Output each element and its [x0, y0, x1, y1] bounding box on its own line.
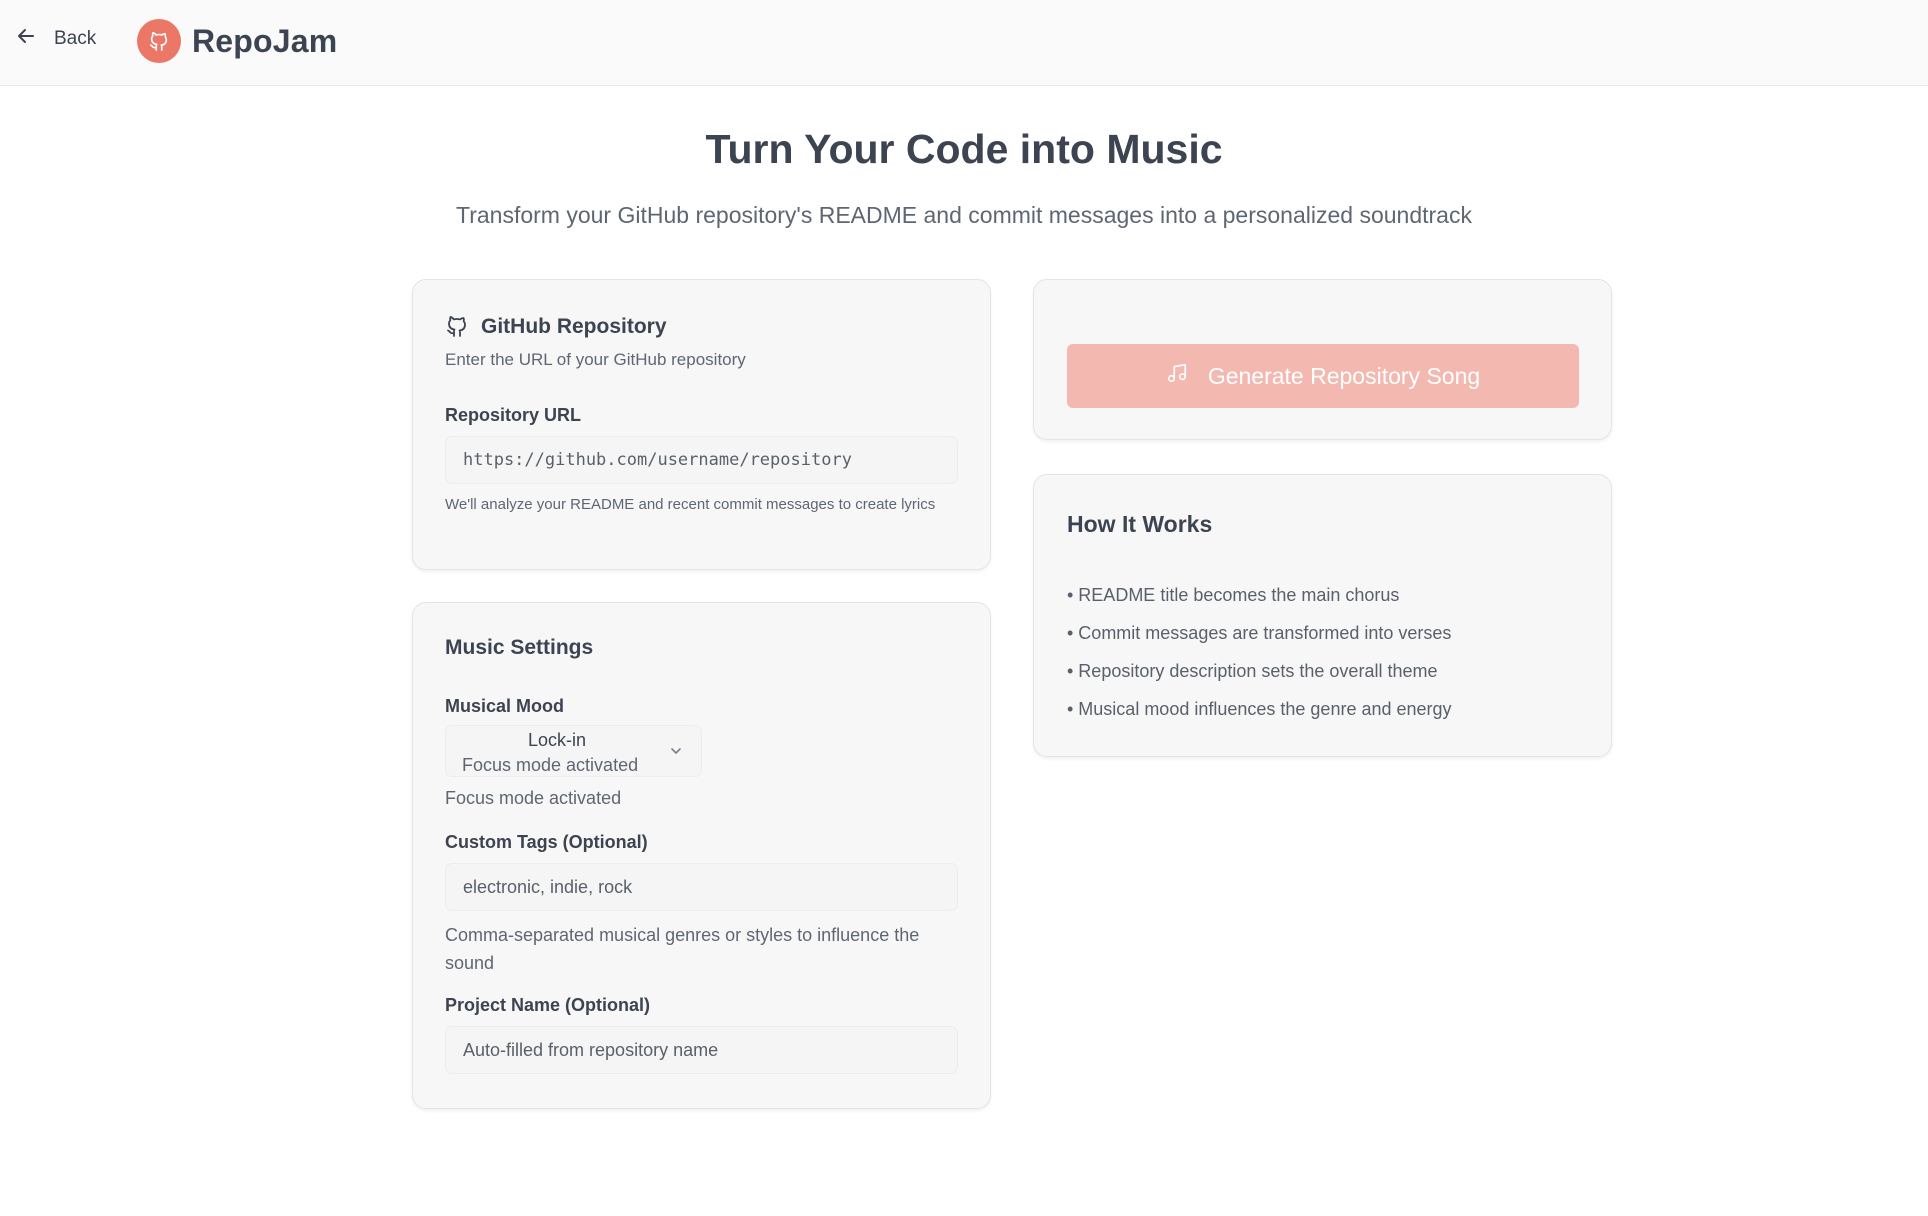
musical-mood-select[interactable]: Lock-in Focus mode activated: [445, 725, 702, 777]
repository-url-input[interactable]: https://github.com/username/repository: [445, 436, 958, 484]
mood-description: Focus mode activated: [445, 788, 622, 808]
custom-tags-label: Custom Tags (Optional): [445, 832, 648, 852]
project-name-label: Project Name (Optional): [445, 995, 651, 1015]
custom-tags-input[interactable]: electronic, indie, rock: [445, 863, 958, 911]
project-name-placeholder: Auto-filled from repository name: [463, 1039, 719, 1060]
list-item: • README title becomes the main chorus: [1067, 585, 1400, 605]
custom-tags-hint: Comma-separated musical genres or styles…: [445, 925, 920, 973]
musical-mood-label: Musical Mood: [445, 696, 565, 716]
list-item: • Musical mood influences the genre and …: [1067, 699, 1452, 719]
repository-url-label: Repository URL: [445, 405, 582, 425]
github-icon: [445, 314, 469, 343]
repository-url-hint: We'll analyze your README and recent com…: [445, 496, 936, 513]
card-title: Music Settings: [445, 636, 594, 659]
how-it-works-card: How It Works • README title becomes the …: [1033, 474, 1612, 757]
custom-tags-placeholder: electronic, indie, rock: [463, 876, 633, 897]
github-icon: [137, 19, 181, 63]
selected-mood: Lock-in: [527, 730, 587, 750]
list-item: • Commit messages are transformed into v…: [1067, 623, 1452, 643]
page-subtitle: Transform your GitHub repository's READM…: [456, 202, 1472, 228]
top-bar: Back RepoJam: [0, 0, 1928, 86]
chevron-down-icon: [669, 744, 683, 763]
list-item: • Repository description sets the overal…: [1067, 661, 1438, 681]
project-name-input[interactable]: Auto-filled from repository name: [445, 1026, 958, 1074]
card-title: How It Works: [1067, 511, 1213, 537]
repository-url-placeholder: https://github.com/username/repository: [463, 450, 852, 470]
card-description: Enter the URL of your GitHub repository: [445, 350, 746, 369]
back-label: Back: [54, 28, 97, 49]
music-settings-card: Music Settings Musical Mood Lock-in Focu…: [412, 602, 991, 1109]
music-note-icon: [1166, 362, 1188, 390]
card-title: GitHub Repository: [481, 315, 667, 338]
page-title: Turn Your Code into Music: [705, 126, 1223, 172]
how-it-works-list: • README title becomes the main chorus •…: [1067, 583, 1452, 735]
generate-card: Generate Repository Song: [1033, 279, 1612, 440]
generate-song-button[interactable]: Generate Repository Song: [1067, 344, 1579, 408]
generate-button-label: Generate Repository Song: [1207, 362, 1481, 389]
selected-mood-subtitle: Focus mode activated: [462, 755, 639, 775]
arrow-left-icon: [16, 26, 36, 52]
brand[interactable]: RepoJam: [137, 19, 337, 63]
back-button[interactable]: Back: [16, 26, 96, 52]
brand-name: RepoJam: [192, 22, 338, 59]
github-repository-card: GitHub Repository Enter the URL of your …: [412, 279, 991, 570]
